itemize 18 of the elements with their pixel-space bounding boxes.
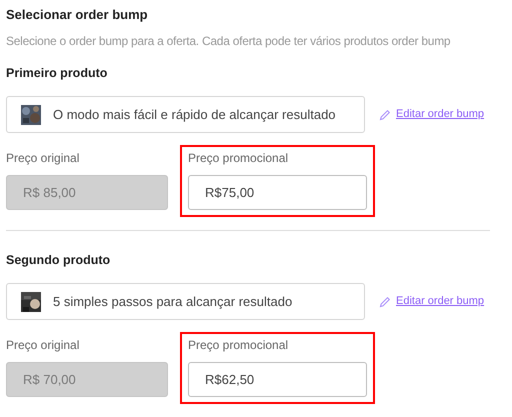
edit-order-bump-link[interactable]: Editar order bump xyxy=(379,106,484,123)
price-field[interactable]: R$75,00 xyxy=(188,175,367,210)
price-field[interactable]: R$62,50 xyxy=(188,362,367,397)
product-select[interactable]: O modo mais fácil e rápido de alcançar resultado xyxy=(6,96,365,133)
product-heading: Primeiro produto xyxy=(6,65,108,82)
product-select[interactable]: 5 simples passos para alcançar resultado xyxy=(6,283,365,320)
pencil-icon xyxy=(379,108,391,120)
product-heading: Segundo produto xyxy=(6,252,110,269)
field-label: Preço promocional xyxy=(188,337,288,353)
edit-order-bump-link[interactable]: Editar order bump xyxy=(379,293,484,310)
field-label: Preço original xyxy=(6,337,80,353)
pencil-icon xyxy=(379,296,391,308)
product-name: O modo mais fácil e rápido de alcançar resultado xyxy=(53,106,336,124)
field-label: Preço promocional xyxy=(188,150,288,166)
section-title: Selecionar order bump xyxy=(6,6,148,24)
field-label: Preço original xyxy=(6,150,80,166)
product-name: 5 simples passos para alcançar resultado xyxy=(53,292,292,311)
section-description: Selecione o order bump para a oferta. Cada oferta pode ter vários produtos order bump xyxy=(6,33,450,50)
